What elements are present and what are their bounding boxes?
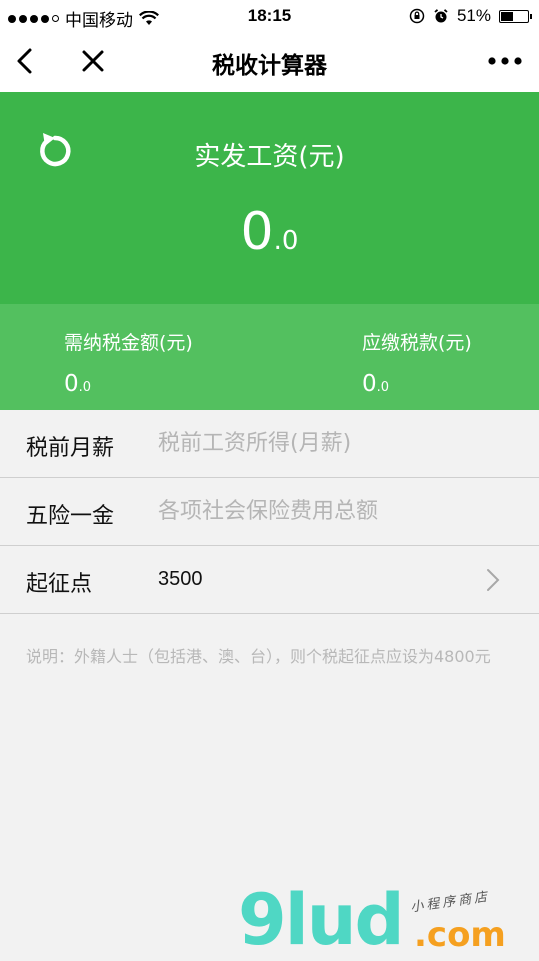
salary-row: 税前月薪 [0,410,539,478]
status-right: 51% [409,6,532,26]
rotation-lock-icon [409,8,425,24]
taxable-amount: 需纳税金额(元) 0.0 [64,328,193,397]
salary-label: 税前月薪 [26,436,115,461]
watermark-tagline: 小程序商店 [409,889,491,916]
taxable-amount-integer: 0 [64,371,79,397]
tax-payable-integer: 0 [362,371,377,397]
net-salary-label: 实发工资(元) [194,142,345,172]
watermark-brand: 9lud [238,879,405,961]
net-salary-integer: 0 [240,202,274,262]
net-salary-panel: 实发工资(元) 0.0 [0,92,539,304]
tax-payable: 应缴税款(元) 0.0 [362,328,472,397]
threshold-label: 起征点 [26,572,93,597]
more-dots-icon [488,57,522,65]
chevron-right-icon [487,569,500,591]
taxable-amount-value: 0.0 [64,371,193,397]
threshold-value[interactable]: 3500 [158,568,203,591]
battery-icon [499,9,532,23]
net-salary-amount: 0.0 [0,202,539,262]
insurance-label: 五险一金 [26,504,115,529]
taxable-amount-decimal: .0 [78,380,92,395]
watermark-domain: .com [414,915,506,955]
note-text: 说明：外籍人士（包括港、澳、台），则个税起征点应设为4800元 [26,647,491,666]
tax-summary-panel: 需纳税金额(元) 0.0 应缴税款(元) 0.0 [0,304,539,410]
battery-percent: 51% [456,6,491,25]
alarm-icon [434,9,448,23]
net-salary-decimal: .0 [273,226,299,256]
page-title: 税收计算器 [212,53,327,79]
watermark-logo: 9lud 小程序商店 .com [238,879,538,961]
insurance-input[interactable] [158,492,498,530]
nav-bar: 税收计算器 [0,30,539,92]
salary-input[interactable] [158,424,498,462]
input-form: 税前月薪 五险一金 起征点 3500 [0,410,539,614]
taxable-amount-label: 需纳税金额(元) [64,332,193,354]
more-button[interactable] [485,44,525,78]
insurance-row: 五险一金 [0,478,539,546]
tax-payable-label: 应缴税款(元) [362,332,472,354]
tax-payable-value: 0.0 [362,371,472,397]
tax-payable-decimal: .0 [376,380,390,395]
threshold-row[interactable]: 起征点 3500 [0,546,539,614]
status-bar: 中国移动 18:15 51% [0,0,539,30]
